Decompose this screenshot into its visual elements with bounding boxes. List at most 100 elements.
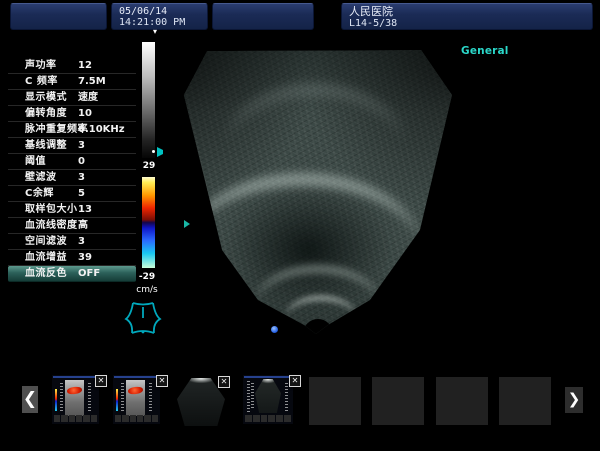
info-line — [461, 197, 596, 210]
info-line — [461, 171, 596, 184]
parameter-row[interactable]: 血流反色 OFF — [8, 266, 136, 282]
mini-image — [126, 380, 145, 416]
velocity-unit-label: cm/s — [133, 285, 161, 295]
thumbnail-empty-slot — [499, 377, 551, 425]
info-line — [461, 121, 596, 134]
parameter-row[interactable]: 阈值 0 — [8, 154, 136, 170]
parameter-label: C 频率 — [25, 76, 58, 87]
ultrasound-fan-image — [163, 33, 457, 363]
thumbnail-screen[interactable]: ✕ — [243, 375, 293, 424]
mini-thumb-strip — [245, 415, 291, 422]
thumbnail-doppler-1[interactable]: ✕ — [52, 375, 99, 424]
mini-image — [65, 380, 84, 416]
info-line — [461, 146, 596, 159]
parameter-value: 7.5M — [78, 74, 106, 89]
thumbnails-prev-button[interactable]: ❮ — [22, 386, 38, 413]
info-line — [461, 247, 596, 260]
parameter-row[interactable]: 脉冲重复频率 6.10KHz — [8, 122, 136, 138]
parameter-value: 13 — [78, 202, 92, 217]
gain-dot — [152, 150, 155, 153]
info-line — [461, 108, 596, 121]
parameter-row[interactable]: 显示模式 速度 — [8, 90, 136, 106]
parameter-label: 显示模式 — [25, 92, 67, 103]
thumbnails-next-button[interactable]: ❯ — [565, 387, 583, 413]
parameter-row[interactable]: C 频率 7.5M — [8, 74, 136, 90]
parameter-menu: 声功率 12 C 频率 7.5M 显示模式 速度 偏转角度 10 脉冲重复频率 … — [8, 58, 136, 282]
parameter-label: 阈值 — [25, 156, 46, 167]
info-line — [461, 285, 596, 298]
parameter-row[interactable]: 血流线密度 高 — [8, 218, 136, 234]
parameter-row[interactable]: 壁滤波 3 — [8, 170, 136, 186]
info-line — [461, 83, 596, 96]
close-thumbnail-icon[interactable]: ✕ — [218, 376, 230, 388]
parameter-row[interactable]: 声功率 12 — [8, 58, 136, 74]
velocity-max-label: 29 — [137, 161, 161, 171]
info-lines — [461, 58, 596, 322]
info-line — [461, 71, 596, 84]
close-thumbnail-icon[interactable]: ✕ — [289, 375, 301, 387]
parameter-row[interactable]: 基线调整 3 — [8, 138, 136, 154]
mini-titlebar — [53, 376, 98, 378]
thumbnail-doppler-2[interactable]: ✕ — [113, 375, 160, 424]
mini-titlebar — [114, 376, 159, 378]
probe-apex-notch — [303, 319, 333, 349]
thumbnail-empty-slot — [436, 377, 488, 425]
parameter-value: 3 — [78, 170, 85, 185]
parameter-row[interactable]: C余辉 5 — [8, 186, 136, 202]
probe-id: L14-5/38 — [349, 18, 592, 29]
parameter-value: 3 — [78, 234, 85, 249]
cursor-dot — [271, 326, 278, 333]
close-thumbnail-icon[interactable]: ✕ — [95, 375, 107, 387]
info-line — [461, 96, 596, 109]
hospital-name: 人民医院 — [349, 6, 592, 18]
parameter-row[interactable]: 血流增益 39 — [8, 250, 136, 266]
mini-doppler-flow — [128, 386, 144, 395]
info-line — [461, 58, 596, 71]
parameter-value: 6.10KHz — [78, 122, 125, 137]
info-line — [461, 222, 596, 235]
parameter-row[interactable]: 取样包大小 13 — [8, 202, 136, 218]
info-line — [461, 159, 596, 172]
close-thumbnail-icon[interactable]: ✕ — [156, 375, 168, 387]
parameter-label: 血流线密度 — [25, 220, 78, 231]
mini-text — [251, 383, 254, 409]
info-line — [461, 310, 596, 323]
mini-titlebar — [244, 376, 292, 378]
parameter-label: 基线调整 — [25, 140, 67, 151]
patient-info-panel — [10, 3, 107, 30]
mini-text — [121, 383, 124, 413]
thumbnail-empty-slot — [372, 377, 424, 425]
mini-text — [285, 383, 288, 411]
color-doppler-bar — [142, 177, 155, 268]
parameter-value: 0 — [78, 154, 85, 169]
datetime-panel: 05/06/14 14:21:00 PM — [111, 3, 208, 30]
parameter-row[interactable]: 偏转角度 10 — [8, 106, 136, 122]
body-marker-icon — [123, 299, 163, 339]
mini-colorbar — [55, 389, 57, 411]
parameter-label: 取样包大小 — [25, 204, 78, 215]
parameter-label: 血流反色 — [25, 268, 67, 279]
info-line — [461, 234, 596, 247]
parameter-label: 偏转角度 — [25, 108, 67, 119]
ultrasound-screen: 05/06/14 14:21:00 PM 人民医院 L14-5/38 声功率 1… — [0, 0, 600, 451]
info-line — [461, 272, 596, 285]
parameter-label: 空间滤波 — [25, 236, 67, 247]
parameter-value: 5 — [78, 186, 85, 201]
info-line — [461, 209, 596, 222]
hospital-panel: 人民医院 L14-5/38 — [341, 3, 593, 30]
info-line — [461, 260, 596, 273]
parameter-label: 声功率 — [25, 60, 57, 71]
parameter-row[interactable]: 空间滤波 3 — [8, 234, 136, 250]
preset-title: General — [461, 45, 596, 58]
ultrasound-image-area[interactable] — [163, 33, 457, 363]
mini-colorbar — [116, 389, 118, 411]
mini-text — [149, 383, 152, 413]
exam-info-panel — [212, 3, 314, 30]
thumbnail-sector[interactable]: ✕ — [176, 377, 226, 427]
grayscale-top-marker-icon: ▾ — [153, 28, 157, 36]
parameter-value: 3 — [78, 138, 85, 153]
info-line — [461, 134, 596, 147]
velocity-min-label: -29 — [135, 272, 159, 282]
mini-thumb-strip — [54, 415, 97, 422]
parameter-value: 39 — [78, 250, 92, 265]
